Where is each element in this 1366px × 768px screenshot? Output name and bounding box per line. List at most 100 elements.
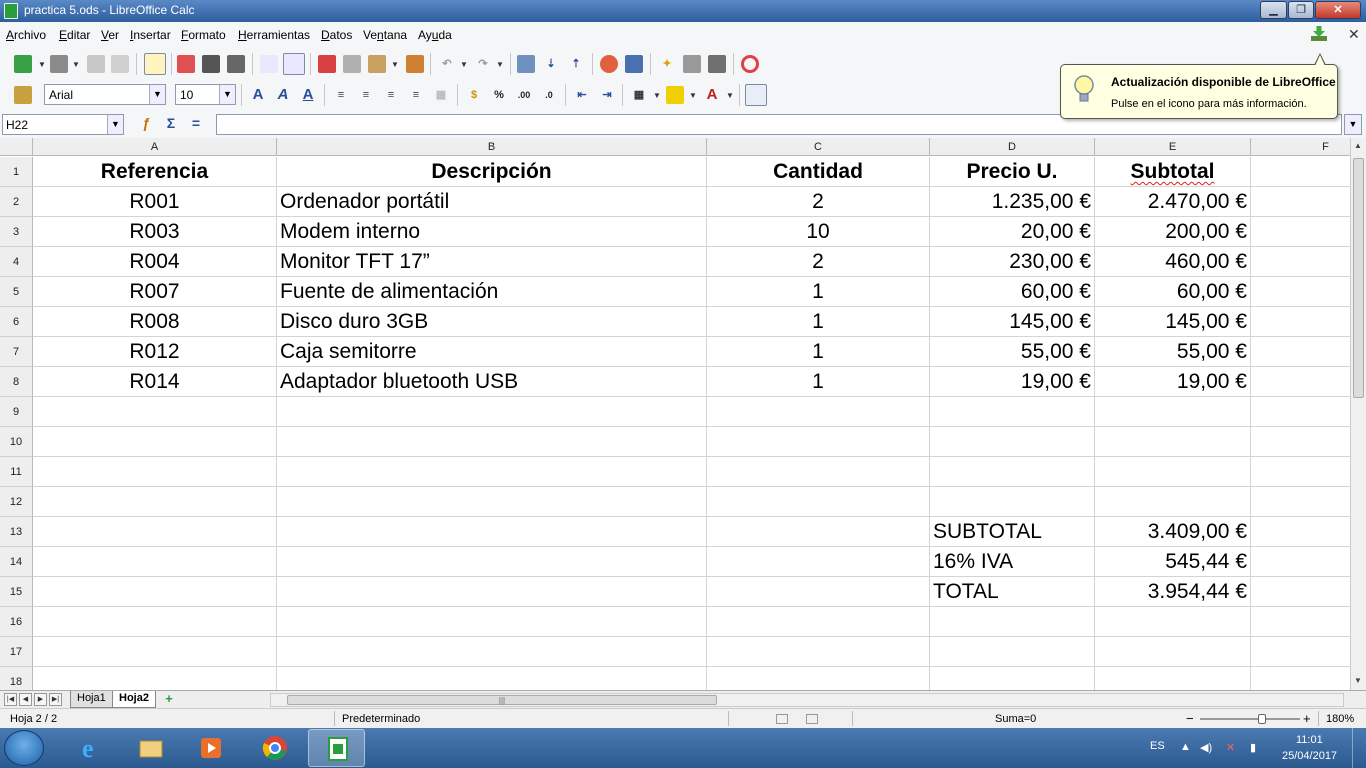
empty-cell[interactable] <box>1251 607 1350 637</box>
cell-descripcion[interactable]: Adaptador bluetooth USB <box>277 367 707 397</box>
empty-cell[interactable] <box>33 607 277 637</box>
empty-cell[interactable] <box>707 427 930 457</box>
row-header[interactable]: 10 <box>0 427 33 457</box>
data-sources-icon[interactable] <box>708 55 726 73</box>
empty-cell[interactable] <box>1095 457 1251 487</box>
cell-referencia[interactable]: R008 <box>33 307 277 337</box>
empty-cell[interactable] <box>1251 667 1350 690</box>
header-cell-cantidad[interactable]: Cantidad <box>707 157 930 187</box>
justify-icon[interactable]: ≡ <box>407 86 425 104</box>
gallery-icon[interactable] <box>683 55 701 73</box>
remove-decimal-icon[interactable]: .0 <box>540 86 558 104</box>
menu-archivo[interactable]: Archivo <box>6 28 46 42</box>
background-dropdown-icon[interactable]: ▼ <box>689 91 697 100</box>
cell-cantidad[interactable]: 1 <box>707 307 930 337</box>
column-header-f[interactable]: F <box>1251 138 1350 156</box>
empty-cell[interactable] <box>33 397 277 427</box>
undo-dropdown-icon[interactable]: ▼ <box>460 60 468 69</box>
horizontal-scroll-thumb[interactable]: ||| <box>287 695 717 705</box>
empty-cell[interactable] <box>33 637 277 667</box>
empty-cell[interactable] <box>1251 217 1350 247</box>
zoom-out-icon[interactable]: − <box>1186 711 1194 726</box>
empty-cell[interactable] <box>1095 667 1251 690</box>
sort-descending-icon[interactable]: ⇡ <box>567 55 585 73</box>
update-notification[interactable]: Actualización disponible de LibreOffice … <box>1060 53 1338 119</box>
empty-cell[interactable] <box>1095 607 1251 637</box>
chart-icon[interactable] <box>600 55 618 73</box>
empty-cell[interactable] <box>930 667 1095 690</box>
empty-cell[interactable] <box>930 397 1095 427</box>
undo-icon[interactable]: ↶ <box>438 55 456 73</box>
show-hidden-icons-icon[interactable]: ▲ <box>1180 741 1191 753</box>
cell-precio[interactable]: 19,00 € <box>930 367 1095 397</box>
navigator-icon[interactable]: ✦ <box>658 55 676 73</box>
clock-time[interactable]: 11:01 <box>1296 734 1323 746</box>
row-header[interactable]: 4 <box>0 247 33 277</box>
cell-referencia[interactable]: R014 <box>33 367 277 397</box>
last-sheet-icon[interactable]: ▶| <box>49 693 62 706</box>
total-label-cell[interactable]: 16% IVA <box>930 547 1095 577</box>
empty-cell[interactable] <box>1251 337 1350 367</box>
autospellcheck-icon[interactable] <box>283 53 305 75</box>
italic-icon[interactable]: A <box>274 86 292 104</box>
cell-subtotal[interactable]: 145,00 € <box>1095 307 1251 337</box>
taskbar-media-player[interactable] <box>182 729 239 767</box>
help-icon[interactable] <box>741 55 759 73</box>
cut-icon[interactable] <box>318 55 336 73</box>
row-header[interactable]: 11 <box>0 457 33 487</box>
cell-subtotal[interactable]: 460,00 € <box>1095 247 1251 277</box>
zoom-level[interactable]: 180% <box>1326 713 1354 725</box>
cell-descripcion[interactable]: Monitor TFT 17” <box>277 247 707 277</box>
name-box[interactable]: H22 ▼ <box>2 114 124 135</box>
cell-precio[interactable]: 55,00 € <box>930 337 1095 367</box>
align-center-icon[interactable]: ≡ <box>357 86 375 104</box>
decrease-indent-icon[interactable]: ⇤ <box>573 86 591 104</box>
cell-subtotal[interactable]: 55,00 € <box>1095 337 1251 367</box>
empty-cell[interactable] <box>930 607 1095 637</box>
new-document-icon[interactable] <box>14 55 32 73</box>
empty-cell[interactable] <box>1251 577 1350 607</box>
cell-cantidad[interactable]: 1 <box>707 337 930 367</box>
hyperlink-icon[interactable] <box>517 55 535 73</box>
cell-precio[interactable]: 20,00 € <box>930 217 1095 247</box>
cell-precio[interactable]: 60,00 € <box>930 277 1095 307</box>
start-button[interactable] <box>4 730 44 766</box>
row-header[interactable]: 12 <box>0 487 33 517</box>
close-window-button[interactable]: ✕ <box>1315 1 1361 19</box>
action-center-icon[interactable]: ▮ <box>1250 741 1256 754</box>
empty-cell[interactable] <box>1251 367 1350 397</box>
print-preview-icon[interactable] <box>227 55 245 73</box>
empty-cell[interactable] <box>1251 307 1350 337</box>
empty-cell[interactable] <box>277 607 707 637</box>
row-header[interactable]: 7 <box>0 337 33 367</box>
total-value-cell[interactable]: 545,44 € <box>1095 547 1251 577</box>
column-header-a[interactable]: A <box>33 138 277 156</box>
clone-formatting-icon[interactable] <box>406 55 424 73</box>
cell-descripcion[interactable]: Modem interno <box>277 217 707 247</box>
open-dropdown-icon[interactable]: ▼ <box>72 60 80 69</box>
new-dropdown-icon[interactable]: ▼ <box>38 60 46 69</box>
cell-referencia[interactable]: R012 <box>33 337 277 367</box>
cell-referencia[interactable]: R007 <box>33 277 277 307</box>
empty-cell[interactable] <box>707 577 930 607</box>
chevron-down-icon[interactable]: ▼ <box>219 85 235 104</box>
header-cell-descripcion[interactable]: Descripción <box>277 157 707 187</box>
total-label-cell[interactable]: TOTAL <box>930 577 1095 607</box>
empty-cell[interactable] <box>1251 397 1350 427</box>
empty-cell[interactable] <box>930 457 1095 487</box>
empty-cell[interactable] <box>1095 637 1251 667</box>
cell-precio[interactable]: 145,00 € <box>930 307 1095 337</box>
vertical-scrollbar[interactable]: ▲ ▼ <box>1350 138 1366 690</box>
empty-cell[interactable] <box>1251 187 1350 217</box>
cell-referencia[interactable]: R001 <box>33 187 277 217</box>
horizontal-scrollbar[interactable]: ||| <box>270 693 1344 707</box>
update-available-icon[interactable] <box>1310 26 1328 42</box>
chevron-down-icon[interactable]: ▼ <box>149 85 165 104</box>
cell-referencia[interactable]: R004 <box>33 247 277 277</box>
volume-icon[interactable]: ◀) <box>1200 741 1212 754</box>
zoom-slider[interactable] <box>1200 718 1300 720</box>
next-sheet-icon[interactable]: ▶ <box>34 693 47 706</box>
empty-cell[interactable] <box>707 547 930 577</box>
zoom-in-icon[interactable]: + <box>1303 711 1311 726</box>
empty-cell[interactable] <box>707 667 930 690</box>
